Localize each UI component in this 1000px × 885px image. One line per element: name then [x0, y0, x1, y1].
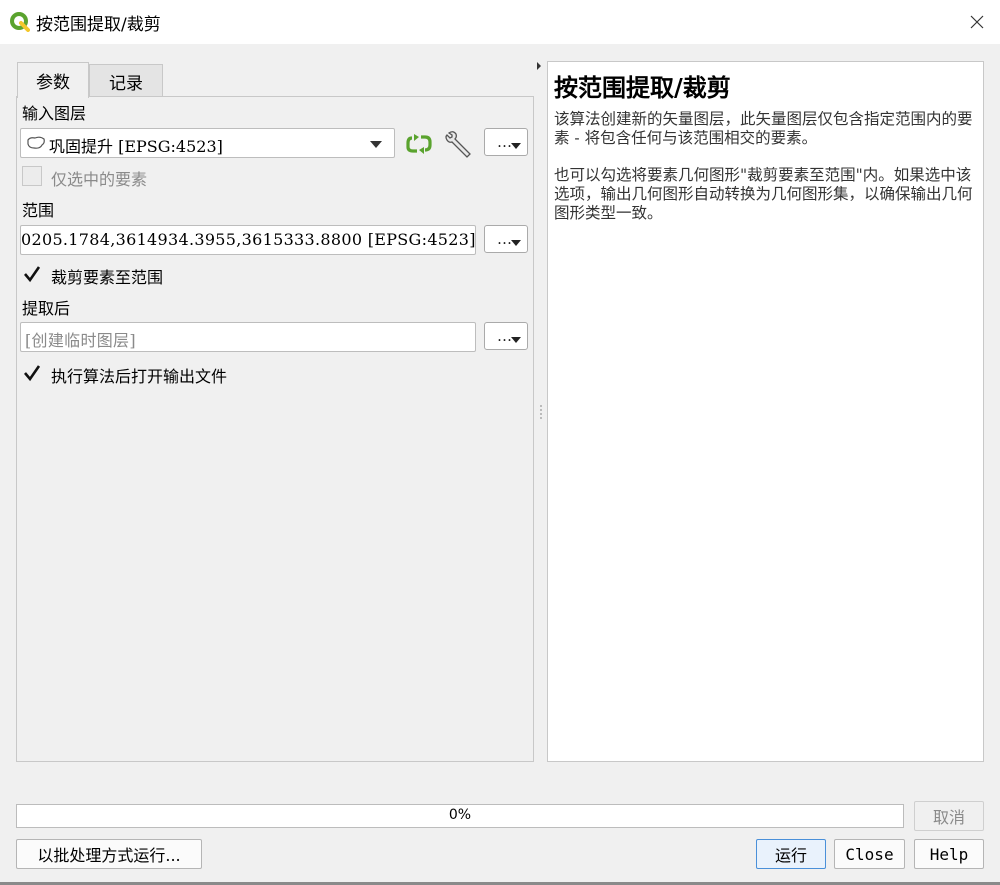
run-button[interactable]: 运行	[756, 839, 826, 869]
output-input[interactable]: [创建临时图层]	[20, 322, 476, 352]
output-label: 提取后	[22, 299, 71, 318]
more-options-icon: …	[497, 133, 512, 151]
clip-features-checkbox[interactable]	[22, 264, 42, 284]
help-paragraph-1: 该算法创建新的矢量图层，此矢量图层仅包含指定范围内的要素 - 将包含任何与该范围…	[554, 110, 973, 147]
help-button[interactable]: Help	[914, 839, 984, 869]
collapse-arrow-icon[interactable]	[537, 62, 541, 70]
selected-only-label: 仅选中的要素	[51, 170, 148, 189]
more-options-icon: …	[497, 327, 512, 345]
polygon-layer-icon	[27, 136, 45, 149]
iterate-features-icon[interactable]	[404, 132, 434, 156]
input-layer-combobox[interactable]: 巩固提升 [EPSG:4523]	[20, 128, 395, 158]
qgis-logo-icon	[10, 12, 30, 32]
cancel-button[interactable]: 取消	[914, 801, 984, 831]
chevron-down-icon	[511, 143, 521, 149]
help-title: 按范围提取/裁剪	[554, 73, 731, 102]
close-icon	[970, 15, 984, 29]
close-button[interactable]: Close	[834, 839, 905, 869]
extent-value: 0205.1784,3614934.3955,3615333.8800 [EPS…	[21, 230, 476, 249]
close-window-button[interactable]	[954, 0, 1000, 44]
progress-label: 0%	[448, 807, 472, 823]
chevron-down-icon	[511, 337, 521, 343]
input-layer-options-button[interactable]: …	[484, 128, 528, 156]
parameters-panel	[16, 96, 534, 762]
help-panel: 按范围提取/裁剪 该算法创建新的矢量图层，此矢量图层仅包含指定范围内的要素 - …	[547, 61, 984, 762]
input-layer-value: 巩固提升 [EPSG:4523]	[49, 137, 223, 156]
chevron-down-icon	[511, 240, 521, 246]
extent-label: 范围	[22, 201, 55, 220]
more-options-icon: …	[497, 230, 512, 248]
open-output-label: 执行算法后打开输出文件	[51, 367, 228, 386]
window-title: 按范围提取/裁剪	[36, 15, 161, 35]
tab-parameters[interactable]: 参数	[17, 62, 89, 98]
selected-only-checkbox[interactable]	[22, 166, 42, 186]
tab-log[interactable]: 记录	[89, 64, 163, 97]
help-paragraph-2: 也可以勾选将要素几何图形"裁剪要素至范围"内。如果选中该选项，输出几何图形自动转…	[554, 166, 973, 222]
output-options-button[interactable]: …	[484, 322, 528, 350]
run-as-batch-button[interactable]: 以批处理方式运行...	[16, 839, 202, 869]
wrench-icon[interactable]	[443, 128, 475, 158]
progress-bar: 0%	[16, 804, 904, 828]
title-bar: 按范围提取/裁剪	[0, 0, 1000, 44]
extent-options-button[interactable]: …	[484, 225, 528, 253]
splitter-handle[interactable]	[540, 405, 542, 419]
open-output-checkbox[interactable]	[22, 363, 42, 383]
chevron-down-icon	[370, 141, 382, 148]
extent-input[interactable]: 0205.1784,3614934.3955,3615333.8800 [EPS…	[20, 225, 476, 255]
processing-dialog: 按范围提取/裁剪 参数 记录 输入图层 巩固提升 [EPSG:4523] … 仅…	[0, 0, 1000, 885]
clip-features-label: 裁剪要素至范围	[51, 268, 164, 287]
input-layer-label: 输入图层	[22, 104, 87, 123]
output-placeholder: [创建临时图层]	[25, 331, 136, 350]
